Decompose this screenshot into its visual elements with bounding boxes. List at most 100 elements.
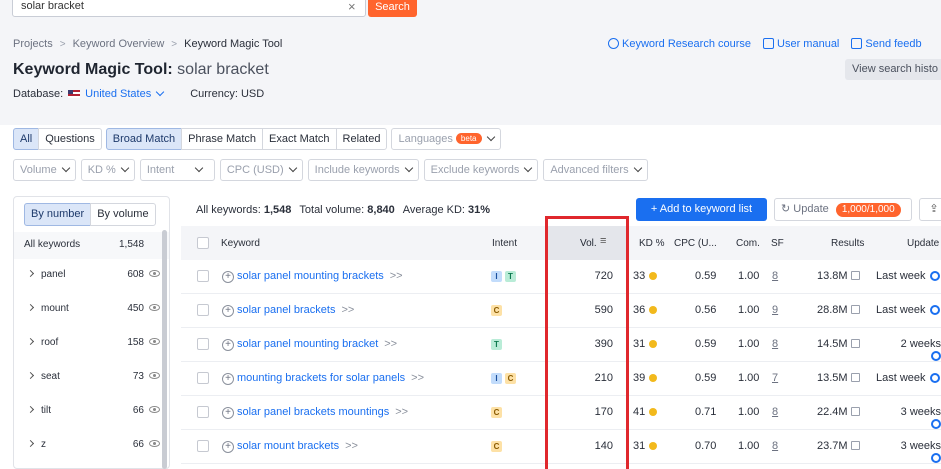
groups-scrollbar[interactable] xyxy=(162,230,167,469)
tab-exact-match[interactable]: Exact Match xyxy=(262,128,337,150)
refresh-icon[interactable] xyxy=(929,305,940,315)
row-checkbox[interactable] xyxy=(197,304,209,316)
export-button[interactable]: ⇪ xyxy=(919,198,941,221)
eye-icon[interactable] xyxy=(149,372,160,379)
user-manual-link[interactable]: User manual xyxy=(763,38,839,50)
serp-icon[interactable] xyxy=(850,271,860,280)
keyword-link[interactable]: solar mount brackets >> xyxy=(237,440,358,452)
sf-link[interactable]: 8 xyxy=(772,270,778,282)
intent-filter[interactable]: Intent xyxy=(139,159,215,181)
serp-icon[interactable] xyxy=(850,373,860,382)
view-search-history-button[interactable]: View search histo xyxy=(845,59,941,80)
sf-link[interactable]: 8 xyxy=(772,406,778,418)
keyword-research-course-link[interactable]: Keyword Research course xyxy=(608,38,751,50)
include-keywords-label: Include keywords xyxy=(314,164,400,176)
eye-icon[interactable] xyxy=(149,304,160,311)
group-item[interactable]: panel 608 xyxy=(14,259,164,293)
tab-related[interactable]: Related xyxy=(335,128,388,150)
column-kd[interactable]: KD % xyxy=(639,238,665,249)
keyword-link[interactable]: solar panel brackets >> xyxy=(237,304,354,316)
double-chevron-icon[interactable]: >> xyxy=(345,440,358,452)
row-checkbox[interactable] xyxy=(197,338,209,350)
by-volume-button[interactable]: By volume xyxy=(90,203,156,226)
row-checkbox[interactable] xyxy=(197,406,209,418)
database-select[interactable]: United States xyxy=(85,87,165,100)
add-keyword-icon[interactable]: + xyxy=(222,373,234,385)
row-checkbox[interactable] xyxy=(197,440,209,452)
com-value: 1.00 xyxy=(738,270,760,282)
add-keyword-icon[interactable]: + xyxy=(222,441,234,453)
sf-link[interactable]: 7 xyxy=(772,372,778,384)
cpc-filter[interactable]: CPC (USD) xyxy=(219,159,303,181)
include-keywords-filter[interactable]: Include keywords xyxy=(307,159,419,181)
tab-broad-match[interactable]: Broad Match xyxy=(105,128,183,150)
sf-link[interactable]: 8 xyxy=(772,338,778,350)
double-chevron-icon[interactable]: >> xyxy=(395,406,408,418)
sf-link[interactable]: 9 xyxy=(772,304,778,316)
group-item[interactable]: z 66 xyxy=(14,429,164,463)
group-item[interactable]: tilt 66 xyxy=(14,395,164,429)
keyword-link[interactable]: solar panel mounting bracket >> xyxy=(237,338,397,350)
refresh-icon[interactable] xyxy=(929,271,940,281)
column-intent[interactable]: Intent xyxy=(492,238,517,249)
column-results[interactable]: Results xyxy=(831,238,864,249)
double-chevron-icon[interactable]: >> xyxy=(384,338,397,350)
double-chevron-icon[interactable]: >> xyxy=(341,304,354,316)
keyword-link[interactable]: solar panel brackets mountings >> xyxy=(237,406,408,418)
column-sf[interactable]: SF xyxy=(771,238,784,249)
breadcrumb-projects[interactable]: Projects xyxy=(13,38,53,50)
search-input[interactable]: solar bracket xyxy=(12,0,366,17)
eye-icon[interactable] xyxy=(149,440,160,447)
column-keyword[interactable]: Keyword xyxy=(221,238,260,249)
by-number-button[interactable]: By number xyxy=(24,203,92,226)
group-item[interactable]: mount 450 xyxy=(14,293,164,327)
serp-icon[interactable] xyxy=(850,339,860,348)
refresh-icon[interactable] xyxy=(931,351,941,361)
languages-dropdown[interactable]: Languages beta xyxy=(391,128,501,150)
send-feedback-link[interactable]: Send feedb xyxy=(851,38,922,50)
chevron-right-icon xyxy=(26,439,35,448)
row-checkbox[interactable] xyxy=(197,372,209,384)
kd-dot xyxy=(649,442,658,450)
select-all-checkbox[interactable] xyxy=(197,237,209,249)
eye-icon[interactable] xyxy=(149,406,160,413)
sf-link[interactable]: 8 xyxy=(772,440,778,452)
breadcrumb-keyword-overview[interactable]: Keyword Overview xyxy=(73,38,165,50)
volume-filter[interactable]: Volume xyxy=(13,159,76,181)
add-to-keyword-list-button[interactable]: + Add to keyword list xyxy=(636,198,767,221)
row-checkbox[interactable] xyxy=(197,270,209,282)
update-button[interactable]: ↻ Update 1,000/1,000 xyxy=(774,198,912,221)
group-item[interactable]: roof 158 xyxy=(14,327,164,361)
column-com[interactable]: Com. xyxy=(736,238,760,249)
all-keywords-group[interactable]: All keywords 1,548 xyxy=(14,232,169,259)
clear-icon[interactable]: × xyxy=(348,0,356,14)
double-chevron-icon[interactable]: >> xyxy=(390,270,403,282)
tab-all[interactable]: All xyxy=(13,128,40,150)
kd-dot xyxy=(649,340,658,348)
add-keyword-icon[interactable]: + xyxy=(222,271,234,283)
column-cpc[interactable]: CPC (U... xyxy=(674,238,717,249)
add-keyword-icon[interactable]: + xyxy=(222,339,234,351)
refresh-icon[interactable] xyxy=(931,453,941,463)
eye-icon[interactable] xyxy=(149,270,160,277)
updated-text: Last week xyxy=(876,270,926,282)
kd-filter[interactable]: KD % xyxy=(80,159,135,181)
column-updated[interactable]: Update xyxy=(907,238,939,249)
advanced-filters[interactable]: Advanced filters xyxy=(543,159,648,181)
tab-phrase-match[interactable]: Phrase Match xyxy=(181,128,264,150)
add-keyword-icon[interactable]: + xyxy=(222,407,234,419)
serp-icon[interactable] xyxy=(850,441,860,450)
serp-icon[interactable] xyxy=(850,305,860,314)
eye-icon[interactable] xyxy=(149,338,160,345)
add-keyword-icon[interactable]: + xyxy=(222,305,234,317)
exclude-keywords-filter[interactable]: Exclude keywords xyxy=(423,159,539,181)
refresh-icon[interactable] xyxy=(931,419,941,429)
group-item[interactable]: seat 73 xyxy=(14,361,164,395)
tab-questions[interactable]: Questions xyxy=(38,128,102,150)
search-button[interactable]: Search xyxy=(368,0,417,17)
double-chevron-icon[interactable]: >> xyxy=(411,372,424,384)
keyword-link[interactable]: solar panel mounting brackets >> xyxy=(237,270,403,282)
keyword-link[interactable]: mounting brackets for solar panels >> xyxy=(237,372,424,384)
serp-icon[interactable] xyxy=(850,407,860,416)
refresh-icon[interactable] xyxy=(929,373,940,383)
